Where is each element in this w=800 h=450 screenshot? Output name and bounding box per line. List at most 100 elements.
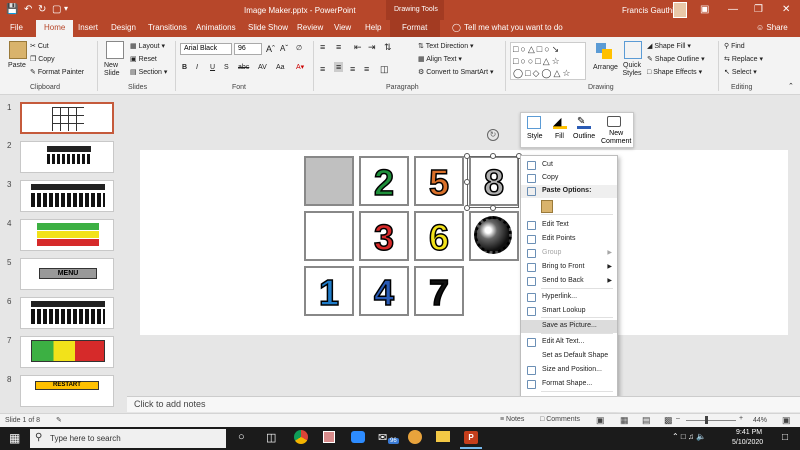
slideshow-start-icon[interactable]: ▢ [52, 4, 61, 15]
underline-button[interactable]: U [210, 64, 215, 71]
select-button[interactable]: ↖ Select ▾ [724, 68, 757, 76]
comments-toggle[interactable]: □ Comments [540, 416, 580, 423]
shapes-gallery[interactable]: □○△□○↘ □○○□△☆ ◯□◇◯△☆ [510, 42, 586, 80]
context-menu-item-hyperlink[interactable]: Hyperlink... [521, 291, 617, 304]
context-menu-item-cut[interactable]: Cut [521, 159, 617, 172]
align-left-icon[interactable]: ≡ [320, 64, 325, 74]
tab-design[interactable]: Design [111, 23, 136, 32]
quick-styles-button[interactable]: Quick Styles [620, 62, 644, 78]
ribbon-options-icon[interactable]: ▣ [700, 4, 709, 15]
grid-cell[interactable] [304, 156, 354, 206]
slide-sorter-icon[interactable]: ▦ [620, 415, 629, 426]
context-menu-item-bring-to-front[interactable]: Bring to Front ▶ [521, 261, 617, 274]
align-right-icon[interactable]: ≡ [350, 64, 355, 74]
minimize-icon[interactable]: — [728, 4, 738, 15]
paste-icon[interactable] [9, 41, 27, 59]
tab-home[interactable]: Home [36, 20, 74, 37]
grid-cell[interactable]: 6 [414, 211, 464, 261]
arrange-icon[interactable] [596, 43, 614, 61]
shadow-button[interactable]: S [224, 64, 229, 71]
zoom-out-icon[interactable]: – [676, 415, 680, 422]
reading-view-icon[interactable]: ▤ [642, 415, 651, 426]
layout-button[interactable]: ▦ Layout ▾ [130, 42, 165, 50]
char-spacing-icon[interactable]: AV [258, 64, 267, 71]
slide-thumbnail-3[interactable] [20, 180, 114, 212]
context-menu-item-group[interactable]: Group ▶ [521, 247, 617, 260]
justify-icon[interactable]: ≡ [364, 64, 369, 74]
clock-date[interactable]: 5/10/2020 [732, 439, 763, 446]
slide-thumbnail-8[interactable]: RESTART [20, 375, 114, 407]
replace-button[interactable]: ⇆ Replace ▾ [724, 55, 763, 63]
cortana-icon[interactable]: ○ [238, 431, 245, 443]
text-direction-button[interactable]: ⇅ Text Direction ▾ [418, 42, 474, 50]
format-painter-button[interactable]: ✎ Format Painter [30, 68, 84, 76]
zoom-slider-thumb[interactable] [705, 416, 708, 424]
zoom-app-icon[interactable] [351, 431, 365, 443]
paste-button[interactable]: Paste [8, 62, 26, 69]
tab-animations[interactable]: Animations [196, 23, 236, 32]
new-comment-icon[interactable] [607, 116, 621, 127]
shape-fill-button[interactable]: ◢ Shape Fill ▾ [647, 42, 691, 50]
align-center-icon[interactable]: ≡ [334, 62, 344, 72]
tab-format[interactable]: Format [402, 23, 427, 32]
notifications-icon[interactable]: □ [782, 432, 788, 443]
file-explorer-icon[interactable] [436, 431, 450, 442]
tell-me-input[interactable]: Tell me what you want to do [464, 23, 563, 32]
clock-time[interactable]: 9:41 PM [736, 429, 762, 436]
zoom-in-icon[interactable]: + [739, 415, 743, 422]
grid-cell[interactable] [304, 211, 354, 261]
slide-thumbnail-6[interactable] [20, 297, 114, 329]
numbering-icon[interactable]: ≡ [336, 42, 341, 52]
resize-handle[interactable] [464, 205, 470, 211]
fill-icon[interactable]: ◢ [553, 116, 567, 129]
outline-icon[interactable]: ✎ [577, 116, 591, 129]
task-view-icon[interactable]: ◫ [266, 431, 276, 444]
copy-button[interactable]: ❐ Copy [30, 55, 55, 63]
font-family-select[interactable]: Arial Black [180, 43, 232, 55]
increase-indent-icon[interactable]: ⇥ [368, 42, 376, 53]
find-button[interactable]: ⚲ Find [724, 42, 745, 50]
grid-cell[interactable]: 4 [359, 266, 409, 316]
restore-icon[interactable]: ❐ [754, 4, 763, 15]
shape-effects-button[interactable]: □ Shape Effects ▾ [647, 68, 702, 76]
mini-style-button[interactable]: Style [527, 133, 543, 140]
cut-button[interactable]: ✂ Cut [30, 42, 49, 50]
context-menu-item-send-to-back[interactable]: Send to Back ▶ [521, 275, 617, 288]
slide-thumbnail-2[interactable] [20, 141, 114, 173]
powerpoint-icon[interactable]: P [464, 431, 478, 444]
share-button[interactable]: ☺ Share [756, 23, 788, 32]
close-icon[interactable]: ✕ [782, 4, 790, 15]
new-slide-button[interactable]: New Slide [104, 62, 120, 78]
grid-cell[interactable]: 5 [414, 156, 464, 206]
mail-icon[interactable]: ✉ [378, 431, 387, 444]
customize-qat-icon[interactable]: ▾ [64, 4, 68, 13]
tab-help[interactable]: Help [365, 23, 381, 32]
resize-handle[interactable] [490, 153, 496, 159]
context-menu-item-size-and-position[interactable]: Size and Position... [521, 364, 617, 377]
context-menu-item-edit-alt-text[interactable]: Edit Alt Text... [521, 336, 617, 349]
tab-view[interactable]: View [334, 23, 351, 32]
columns-icon[interactable]: ◫ [380, 64, 389, 75]
context-menu-item-edit-text[interactable]: Edit Text [521, 219, 617, 232]
clear-format-icon[interactable]: ∅ [296, 44, 302, 52]
slide-thumbnail-1[interactable] [20, 102, 114, 134]
shape-outline-button[interactable]: ✎ Shape Outline ▾ [647, 55, 705, 63]
context-menu-item-save-as-picture[interactable]: Save as Picture... [521, 320, 617, 333]
mini-fill-button[interactable]: Fill [555, 133, 564, 140]
slideshow-icon[interactable]: ▩ [664, 415, 673, 426]
context-menu-item-edit-points[interactable]: Edit Points [521, 233, 617, 246]
slide-thumbnail-7[interactable] [20, 336, 114, 368]
tab-file[interactable]: File [10, 23, 23, 32]
section-button[interactable]: ▤ Section ▾ [130, 68, 167, 76]
bold-button[interactable]: B [182, 64, 187, 71]
quick-styles-icon[interactable] [624, 41, 642, 59]
new-slide-icon[interactable] [106, 41, 124, 59]
mine-image[interactable] [474, 216, 512, 254]
grid-cell[interactable]: 3 [359, 211, 409, 261]
mini-new-comment-button[interactable]: New Comment [601, 130, 631, 146]
grid-cell[interactable]: 1 [304, 266, 354, 316]
rotate-handle-icon[interactable]: ↻ [487, 129, 499, 141]
tab-review[interactable]: Review [297, 23, 323, 32]
resize-handle[interactable] [464, 153, 470, 159]
chrome-icon[interactable] [294, 430, 308, 444]
